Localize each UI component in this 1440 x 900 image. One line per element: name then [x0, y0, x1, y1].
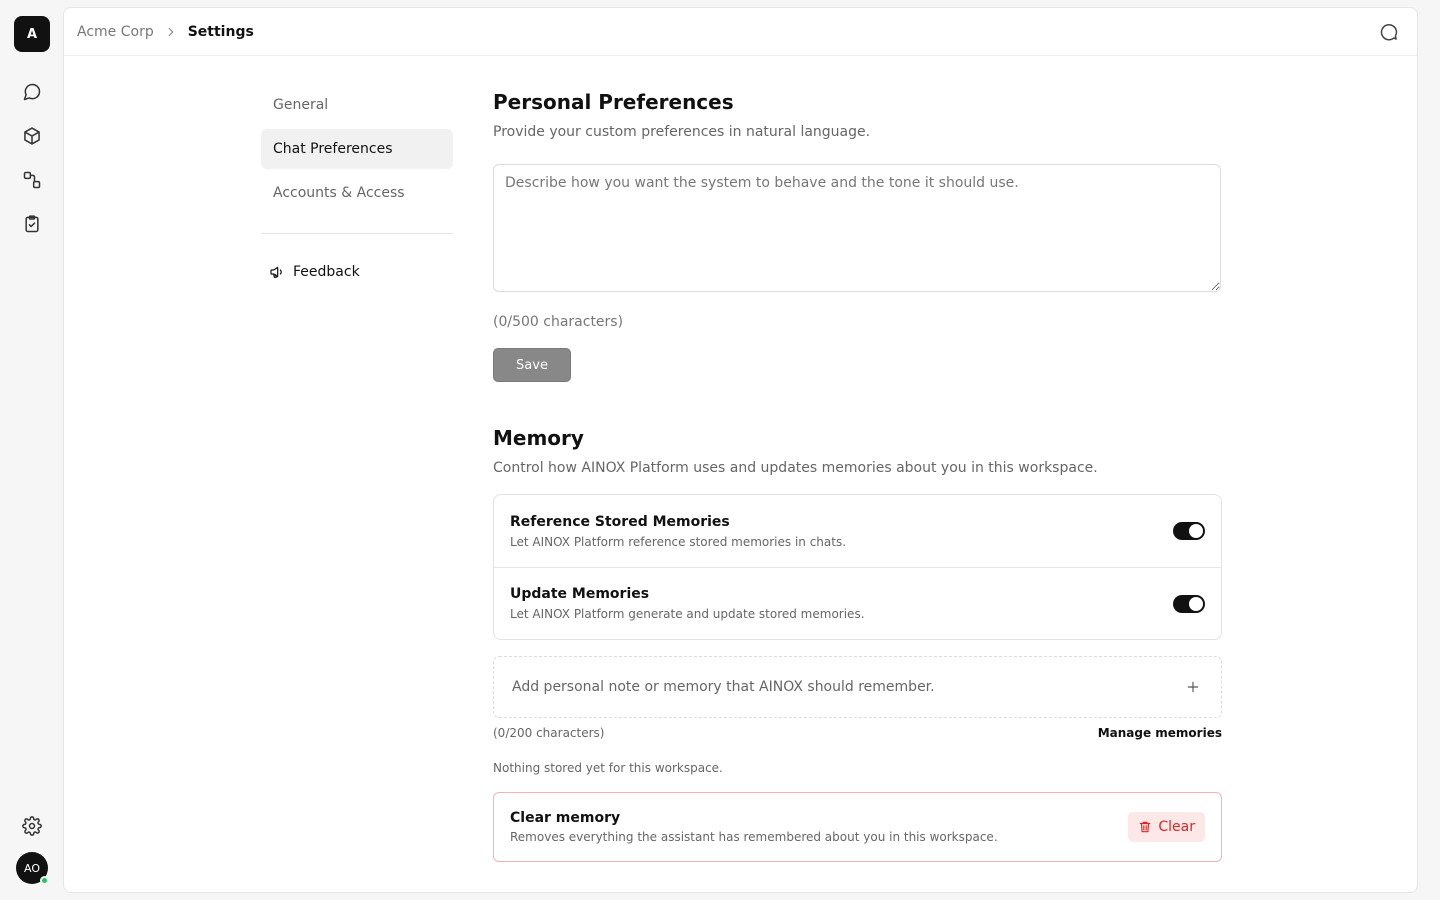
- settings-nav-accounts-access[interactable]: Accounts & Access: [261, 173, 453, 213]
- app-rail: A AO: [0, 0, 64, 900]
- feedback-link[interactable]: Feedback: [261, 252, 453, 292]
- clear-memory-card: Clear memory Removes everything the assi…: [493, 792, 1222, 862]
- memory-note-input[interactable]: [512, 679, 1132, 695]
- megaphone-icon: [269, 264, 285, 280]
- chat-circle-icon[interactable]: [1377, 20, 1401, 44]
- preferences-char-counter: (0/500 characters): [493, 314, 624, 330]
- settings-nav: General Chat Preferences Accounts & Acce…: [261, 85, 453, 292]
- memory-setting-title: Reference Stored Memories: [510, 513, 730, 530]
- memory-setting-description: Let AINOX Platform generate and update s…: [510, 607, 865, 621]
- breadcrumb-root[interactable]: Acme Corp: [77, 24, 154, 40]
- reference-memories-toggle[interactable]: [1173, 522, 1205, 540]
- gear-icon[interactable]: [14, 808, 50, 844]
- clear-memory-description: Removes everything the assistant has rem…: [510, 830, 998, 844]
- memory-settings-card: Reference Stored Memories Let AINOX Plat…: [493, 494, 1222, 640]
- memory-setting-update: Update Memories Let AINOX Platform gener…: [494, 567, 1221, 639]
- clear-button-label: Clear: [1158, 819, 1195, 835]
- chat-bubble-icon[interactable]: [14, 74, 50, 110]
- clear-memory-title: Clear memory: [510, 810, 621, 826]
- memory-title: Memory: [493, 426, 584, 450]
- topbar: Acme Corp Settings: [64, 8, 1417, 56]
- workspace-logo[interactable]: A: [14, 16, 50, 52]
- plus-icon[interactable]: [1183, 677, 1203, 697]
- cube-icon[interactable]: [14, 118, 50, 154]
- personal-preferences-title: Personal Preferences: [493, 90, 734, 114]
- note-meta: (0/200 characters) Manage memories: [493, 726, 1222, 740]
- chevron-right-icon: [164, 25, 178, 39]
- personal-preferences-subtitle: Provide your custom preferences in natur…: [493, 124, 871, 140]
- update-memories-toggle[interactable]: [1173, 594, 1205, 613]
- workflow-icon[interactable]: [14, 162, 50, 198]
- avatar[interactable]: AO: [16, 852, 49, 885]
- memory-setting-reference: Reference Stored Memories Let AINOX Plat…: [494, 495, 1221, 567]
- rail-bottom: AO: [14, 808, 50, 885]
- main-panel: Acme Corp Settings General Chat Preferen…: [63, 7, 1418, 893]
- clear-memory-button[interactable]: Clear: [1128, 812, 1205, 842]
- memory-empty-state: Nothing stored yet for this workspace.: [493, 761, 723, 775]
- trash-icon: [1138, 820, 1152, 834]
- settings-nav-chat-preferences[interactable]: Chat Preferences: [261, 129, 453, 169]
- presence-indicator: [40, 876, 49, 885]
- memory-setting-title: Update Memories: [510, 586, 650, 602]
- note-char-counter: (0/200 characters): [493, 726, 605, 740]
- settings-content: Personal Preferences Provide your custom…: [493, 90, 1222, 862]
- nav-divider: [261, 233, 453, 234]
- toggle-knob: [1189, 596, 1203, 611]
- save-button[interactable]: Save: [493, 348, 571, 382]
- preferences-textarea[interactable]: [493, 164, 1221, 292]
- feedback-label: Feedback: [293, 264, 360, 280]
- avatar-initials: AO: [24, 861, 40, 875]
- add-note-box: [493, 656, 1222, 718]
- settings-nav-general[interactable]: General: [261, 85, 453, 125]
- rail-nav: [14, 74, 50, 242]
- clipboard-check-icon[interactable]: [14, 206, 50, 242]
- memory-subtitle: Control how AINOX Platform uses and upda…: [493, 460, 1098, 476]
- memory-setting-description: Let AINOX Platform reference stored memo…: [510, 534, 847, 549]
- manage-memories-link[interactable]: Manage memories: [1098, 726, 1222, 740]
- toggle-knob: [1189, 524, 1203, 538]
- breadcrumb-current: Settings: [187, 23, 254, 40]
